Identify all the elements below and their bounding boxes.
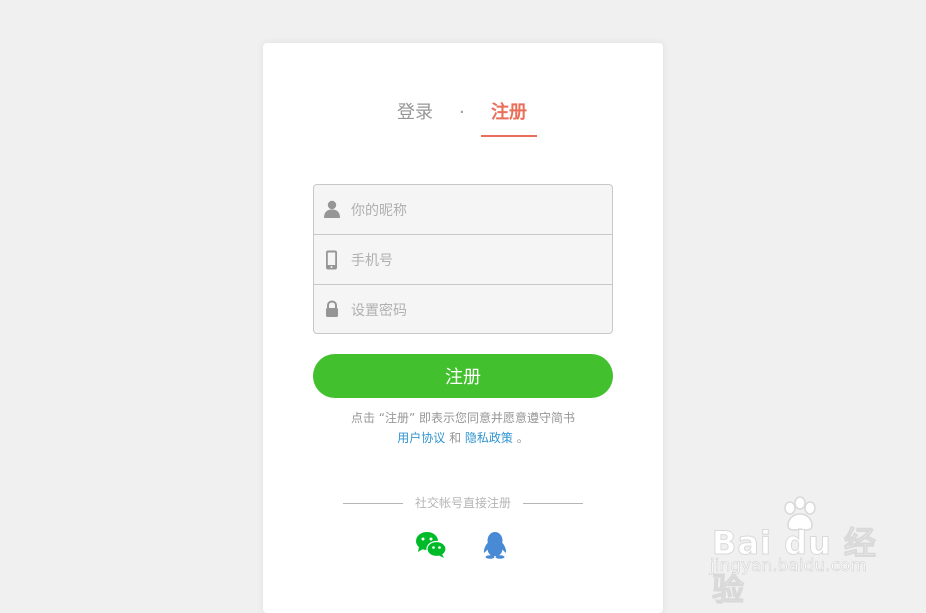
divider-right bbox=[523, 503, 583, 504]
register-form bbox=[313, 184, 613, 334]
wechat-icon[interactable] bbox=[415, 531, 447, 563]
password-field-row bbox=[314, 285, 612, 333]
password-input[interactable] bbox=[349, 285, 608, 333]
watermark-main: Bai du 经验 bbox=[712, 524, 877, 609]
user-icon bbox=[324, 200, 342, 220]
register-button[interactable]: 注册 bbox=[313, 354, 613, 398]
register-card: 登录 · 注册 你的昵称 手机号 注册 点击 “注册” 即表示您同意并愿意遵守简… bbox=[263, 43, 663, 613]
nickname-input[interactable] bbox=[349, 185, 608, 236]
agreement-and: 和 bbox=[445, 431, 465, 445]
paw-icon bbox=[780, 496, 820, 536]
agreement-links: 用户协议 和 隐私政策 。 bbox=[263, 428, 663, 448]
agreement-suffix: 。 bbox=[512, 431, 529, 445]
nickname-field-row bbox=[314, 185, 612, 236]
social-login-title: 社交帐号直接注册 bbox=[343, 493, 583, 513]
social-icons bbox=[263, 531, 663, 563]
social-title-text: 社交帐号直接注册 bbox=[414, 496, 511, 510]
user-agreement-link[interactable]: 用户协议 bbox=[397, 431, 445, 445]
auth-tabs: 登录 · 注册 bbox=[263, 99, 663, 139]
phone-icon bbox=[324, 250, 342, 270]
divider-left bbox=[343, 503, 403, 504]
baidu-watermark: Bai du 经验 jingyan.baidu.com bbox=[708, 496, 908, 609]
tab-login[interactable]: 登录 bbox=[397, 99, 433, 127]
watermark-sub: jingyan.baidu.com bbox=[710, 556, 867, 577]
agreement-text: 点击 “注册” 即表示您同意并愿意遵守简书 用户协议 和 隐私政策 。 bbox=[263, 408, 663, 448]
tab-separator: · bbox=[459, 102, 465, 123]
agreement-prefix: 点击 “注册” 即表示您同意并愿意遵守简书 bbox=[350, 411, 576, 425]
privacy-policy-link[interactable]: 隐私政策 bbox=[465, 431, 513, 445]
tab-register[interactable]: 注册 bbox=[481, 99, 537, 137]
qq-icon[interactable] bbox=[483, 531, 507, 563]
phone-field-row bbox=[314, 235, 612, 286]
lock-icon bbox=[324, 300, 342, 320]
phone-input[interactable] bbox=[349, 235, 608, 286]
